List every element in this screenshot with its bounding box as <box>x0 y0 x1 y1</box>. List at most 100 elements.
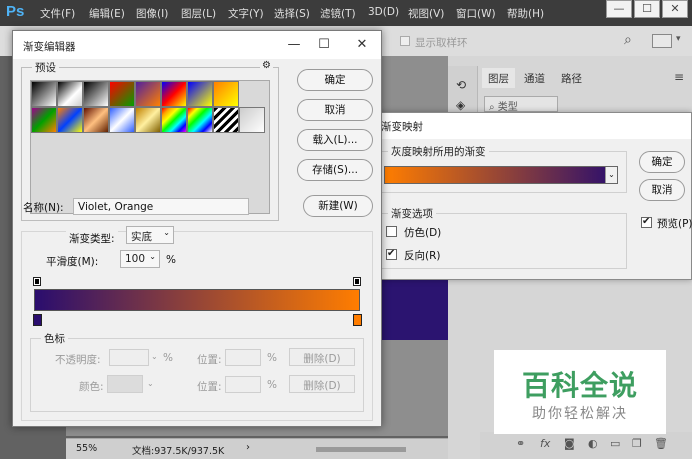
smoothness-select[interactable]: 100 ⌄ <box>120 250 160 268</box>
smoothness-value: 100 <box>125 253 146 265</box>
gradient-options-group: 渐变选项 仿色(D) 反向(R) <box>377 206 627 269</box>
opacity-position-input[interactable] <box>225 349 261 366</box>
opacity-input[interactable] <box>109 349 149 366</box>
save-button[interactable]: 存储(S)... <box>297 159 373 181</box>
preset-swatch[interactable] <box>83 107 109 133</box>
minimize-button[interactable]: — <box>606 0 632 18</box>
menu-file[interactable]: 文件(F) <box>40 6 75 21</box>
preset-swatch[interactable] <box>187 107 213 133</box>
preset-swatch[interactable] <box>187 81 213 107</box>
menu-window[interactable]: 窗口(W) <box>456 6 496 21</box>
name-input[interactable]: Violet, Orange <box>73 198 249 215</box>
sample-ring-checkbox[interactable] <box>400 36 410 46</box>
color-swatch[interactable] <box>107 375 143 393</box>
preset-swatch[interactable] <box>213 107 239 133</box>
photoshop-logo: Ps <box>6 3 25 20</box>
gradient-map-title: 渐变映射 <box>371 113 691 139</box>
menu-bar: Ps 文件(F) 编辑(E) 图像(I) 图层(L) 文字(Y) 选择(S) 滤… <box>0 0 692 26</box>
chevron-down-icon: ⌄ <box>151 352 158 361</box>
zoom-level[interactable]: 55% <box>76 443 97 454</box>
preset-swatch[interactable] <box>83 81 109 107</box>
preset-swatch[interactable] <box>135 107 161 133</box>
type-select[interactable]: 实底 ⌄ <box>126 226 174 244</box>
load-button[interactable]: 载入(L)... <box>297 129 373 151</box>
sample-ring-label: 显示取样环 <box>415 37 468 49</box>
layers-bottom-bar: ⚭ fx ◙ ◐ ▭ ❐ 🗑 <box>480 432 692 459</box>
gear-icon[interactable]: ⚙ <box>260 60 273 71</box>
menu-select[interactable]: 选择(S) <box>274 6 310 21</box>
preset-swatch[interactable] <box>239 107 265 133</box>
preview-checkbox[interactable] <box>641 216 652 228</box>
horizontal-scrollbar[interactable] <box>316 447 406 452</box>
tab-channels[interactable]: 通道 <box>518 68 551 88</box>
gradient-map-group: 灰度映射所用的渐变 ⌄ <box>377 144 627 193</box>
history-icon[interactable]: ⟲ <box>456 78 466 92</box>
menu-3d[interactable]: 3D(D) <box>368 6 399 18</box>
opacity-stop-left[interactable] <box>33 277 41 286</box>
dither-checkbox[interactable] <box>386 226 397 237</box>
ok-button[interactable]: 确定 <box>297 69 373 91</box>
menu-type[interactable]: 文字(Y) <box>228 6 264 21</box>
menu-view[interactable]: 视图(V) <box>408 6 444 21</box>
opacity-position-label: 位置: <box>197 354 222 366</box>
cancel-button[interactable]: 取消 <box>297 99 373 121</box>
chevron-down-icon: ⌄ <box>149 252 156 261</box>
preset-swatch[interactable] <box>31 81 57 107</box>
close-app-button[interactable]: ✕ <box>662 0 688 18</box>
new-layer-icon[interactable]: ❐ <box>632 437 642 450</box>
preset-swatch[interactable] <box>31 107 57 133</box>
gradient-preview[interactable]: ⌄ <box>384 166 618 184</box>
maximize-icon[interactable]: ☐ <box>313 36 335 54</box>
gradient-map-ok-button[interactable]: 确定 <box>639 151 685 173</box>
menu-image[interactable]: 图像(I) <box>136 6 168 21</box>
fx-icon[interactable]: fx <box>540 437 550 450</box>
preset-swatch[interactable] <box>161 107 187 133</box>
gradient-map-group-label: 灰度映射所用的渐变 <box>388 144 489 159</box>
adjustment-icon[interactable]: ◐ <box>588 437 598 450</box>
opacity-stop-right[interactable] <box>353 277 361 286</box>
chevron-down-icon: ⌄ <box>163 228 170 237</box>
close-icon[interactable]: ✕ <box>351 36 373 54</box>
smoothness-label: 平滑度(M): <box>46 256 99 268</box>
menu-help[interactable]: 帮助(H) <box>507 6 544 21</box>
opacity-delete-button[interactable]: 删除(D) <box>289 348 355 366</box>
mask-icon[interactable]: ◙ <box>564 437 575 450</box>
color-stop-right[interactable] <box>353 314 362 326</box>
preset-swatch[interactable] <box>135 81 161 107</box>
gradient-map-dialog: 渐变映射 灰度映射所用的渐变 ⌄ 确定 取消 预览(P) 渐变选项 仿色(D) … <box>370 112 692 280</box>
menu-edit[interactable]: 编辑(E) <box>89 6 125 21</box>
layer-filter-select[interactable]: ⌕ 类型 <box>484 96 558 113</box>
new-button[interactable]: 新建(W) <box>303 195 373 217</box>
chevron-down-icon[interactable]: ▾ <box>676 34 681 44</box>
color-delete-button[interactable]: 删除(D) <box>289 375 355 393</box>
menu-filter[interactable]: 滤镜(T) <box>320 6 356 21</box>
properties-icon[interactable]: ◈ <box>456 98 465 112</box>
minimize-icon[interactable]: — <box>283 36 305 54</box>
group-icon[interactable]: ▭ <box>610 437 620 450</box>
tab-layers[interactable]: 图层 <box>482 68 515 88</box>
tab-paths[interactable]: 路径 <box>555 68 588 88</box>
link-layers-icon[interactable]: ⚭ <box>516 437 525 450</box>
maximize-button[interactable]: ☐ <box>634 0 660 18</box>
trash-icon[interactable]: 🗑 <box>654 437 668 450</box>
status-arrow-icon[interactable]: › <box>246 442 250 453</box>
menu-layer[interactable]: 图层(L) <box>181 6 216 21</box>
preset-swatch[interactable] <box>161 81 187 107</box>
workspace-icon[interactable] <box>652 34 672 48</box>
color-stop-left[interactable] <box>33 314 42 326</box>
reverse-checkbox[interactable] <box>386 248 397 260</box>
preset-swatch[interactable] <box>213 81 239 107</box>
gradient-ramp[interactable] <box>34 289 360 311</box>
document-size: 文档:937.5K/937.5K <box>132 446 225 457</box>
chevron-down-icon: ⌄ <box>147 379 154 388</box>
preset-swatch[interactable] <box>109 107 135 133</box>
search-icon[interactable]: ⌕ <box>624 32 632 48</box>
color-position-input[interactable] <box>225 376 261 393</box>
preset-swatch[interactable] <box>57 81 83 107</box>
preset-swatch[interactable] <box>109 81 135 107</box>
preset-swatch[interactable] <box>57 107 83 133</box>
chevron-down-icon[interactable]: ⌄ <box>605 167 617 183</box>
gradient-map-cancel-button[interactable]: 取消 <box>639 179 685 201</box>
opacity-position-unit: % <box>267 352 277 364</box>
panel-menu-icon[interactable]: ≡ <box>674 70 684 84</box>
